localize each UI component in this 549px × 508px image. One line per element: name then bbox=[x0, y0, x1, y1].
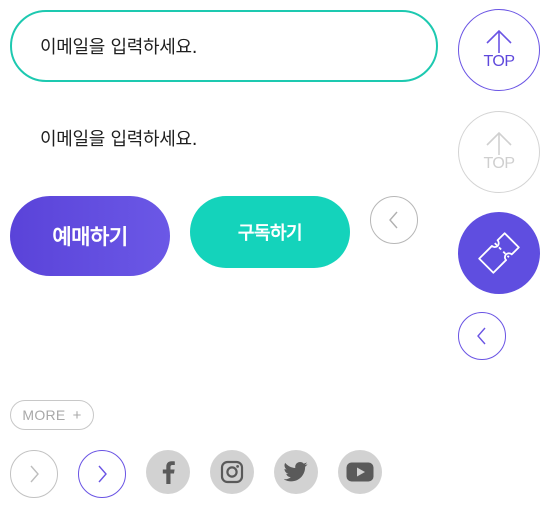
youtube-button[interactable] bbox=[338, 450, 382, 494]
next-button-disabled[interactable] bbox=[10, 450, 58, 498]
reserve-button[interactable]: 예매하기 bbox=[10, 196, 170, 276]
subscribe-button-label: 구독하기 bbox=[237, 223, 303, 244]
chevron-left-icon bbox=[389, 211, 398, 229]
ticket-icon bbox=[478, 232, 520, 274]
scroll-top-label: TOP bbox=[483, 155, 515, 172]
facebook-icon bbox=[162, 461, 175, 484]
reserve-button-label: 예매하기 bbox=[52, 225, 128, 249]
chevron-right-icon bbox=[98, 465, 107, 483]
facebook-button[interactable] bbox=[146, 450, 190, 494]
next-button[interactable] bbox=[78, 450, 126, 498]
email-input-focused[interactable]: 이메일을 입력하세요. bbox=[10, 10, 438, 82]
instagram-icon bbox=[220, 460, 244, 484]
ticket-button[interactable] bbox=[458, 212, 540, 294]
more-button[interactable]: MORE + bbox=[10, 400, 94, 430]
arrow-up-icon bbox=[486, 29, 512, 53]
youtube-icon bbox=[346, 462, 374, 482]
subscribe-button[interactable]: 구독하기 bbox=[190, 196, 350, 268]
twitter-button[interactable] bbox=[274, 450, 318, 494]
plus-icon: + bbox=[72, 406, 82, 424]
chevron-right-icon bbox=[30, 465, 39, 483]
instagram-button[interactable] bbox=[210, 450, 254, 494]
email-input-placeholder: 이메일을 입력하세요. bbox=[40, 37, 198, 58]
more-button-label: MORE bbox=[22, 407, 66, 423]
chevron-left-icon bbox=[477, 327, 486, 345]
email-input[interactable]: 이메일을 입력하세요. bbox=[10, 102, 438, 174]
email-input-placeholder: 이메일을 입력하세요. bbox=[40, 129, 198, 150]
arrow-up-icon bbox=[486, 131, 512, 155]
twitter-icon bbox=[284, 462, 308, 482]
scroll-top-button-disabled[interactable]: TOP bbox=[458, 111, 540, 193]
scroll-top-label: TOP bbox=[483, 53, 515, 70]
prev-button[interactable] bbox=[458, 312, 506, 360]
scroll-top-button[interactable]: TOP bbox=[458, 9, 540, 91]
prev-button-small[interactable] bbox=[370, 196, 418, 244]
